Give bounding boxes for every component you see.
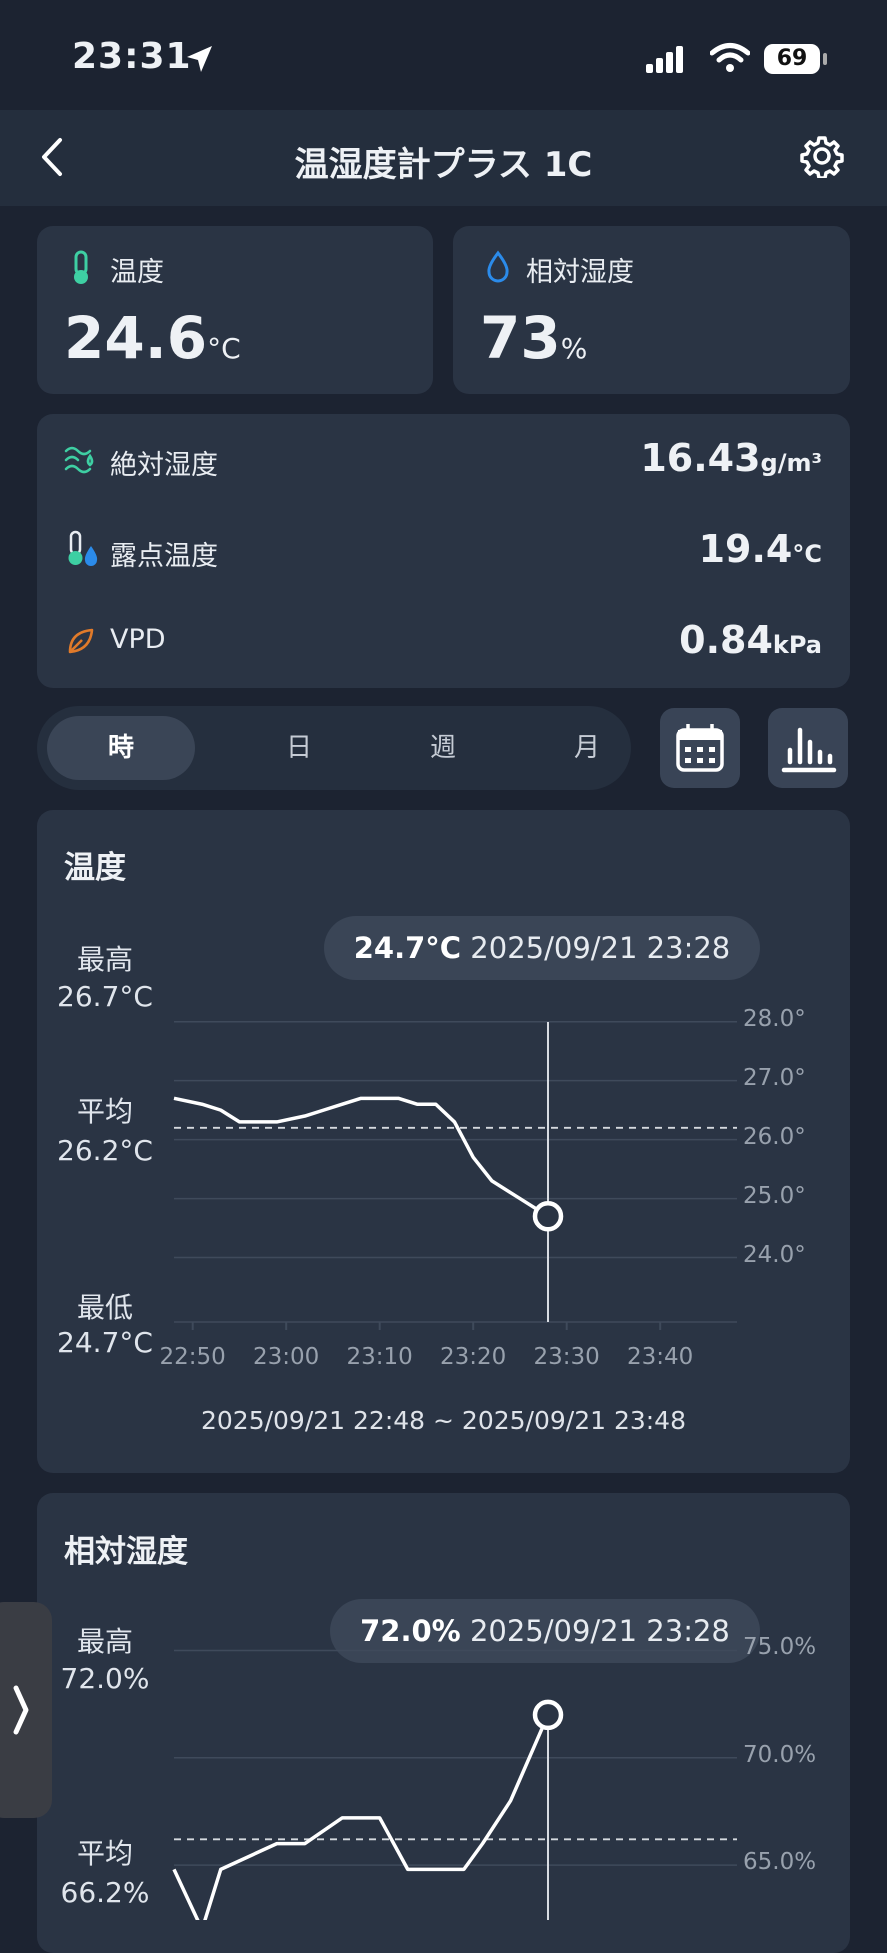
metric-label: 絶対湿度 — [110, 450, 218, 481]
hum-avg-value: 66.2% — [60, 1876, 150, 1909]
y-tick-label: 75.0% — [743, 1634, 817, 1661]
side-drawer-handle[interactable] — [0, 1602, 52, 1818]
absolute-humidity-icon — [64, 446, 94, 474]
hum-max-value: 72.0% — [60, 1662, 150, 1695]
tab-month[interactable]: 月 — [513, 706, 661, 790]
vpd-value: 0.84kPa — [679, 618, 822, 662]
hum-max-label: 最高 — [76, 1625, 133, 1658]
temp-min-value: 24.7°C — [57, 1326, 153, 1359]
temp-avg-label: 平均 — [76, 1095, 133, 1128]
x-tick-label: 23:20 — [440, 1344, 507, 1370]
temperature-value: 24.6°C — [64, 304, 241, 372]
water-drop-icon — [487, 250, 509, 283]
chart-stats-button[interactable] — [768, 708, 848, 788]
dew-point-value: 19.4°C — [698, 527, 822, 571]
temp-avg-value: 26.2°C — [57, 1134, 153, 1167]
y-tick-label: 27.0° — [743, 1064, 806, 1091]
humidity-label: 相対湿度 — [526, 257, 634, 288]
tab-hour[interactable]: 時 — [47, 716, 195, 780]
temp-max-value: 26.7°C — [57, 980, 153, 1013]
cellular-signal-icon — [646, 46, 683, 73]
y-tick-label: 28.0° — [743, 1005, 806, 1032]
temp-date-range: 2025/09/21 22:48 ~ 2025/09/21 23:48 — [200, 1406, 686, 1435]
tab-week[interactable]: 週 — [369, 706, 517, 790]
temp-max-label: 最高 — [76, 943, 133, 976]
temp-min-label: 最低 — [76, 1291, 133, 1324]
thermometer-icon — [74, 250, 88, 284]
status-time: 23:31 — [72, 36, 192, 77]
temp-tooltip: 24.7°C 2025/09/21 23:28 — [324, 916, 760, 980]
wifi-icon — [710, 43, 750, 72]
battery-indicator: 69 — [764, 44, 820, 74]
y-tick-label: 25.0° — [743, 1182, 806, 1209]
x-tick-label: 23:10 — [346, 1344, 413, 1370]
x-tick-label: 23:40 — [627, 1344, 694, 1370]
humidity-chart-title: 相対湿度 — [64, 1534, 188, 1570]
leaf-icon — [68, 628, 94, 654]
period-segmented-control: 時 日 週 月 — [37, 706, 631, 790]
dew-point-icon — [68, 530, 98, 566]
y-tick-label: 70.0% — [743, 1741, 817, 1768]
x-tick-label: 22:50 — [159, 1344, 226, 1370]
humidity-value: 73% — [480, 304, 588, 372]
battery-cap — [823, 53, 827, 65]
metric-label: VPD — [110, 624, 166, 655]
x-tick-label: 23:00 — [253, 1344, 320, 1370]
y-tick-label: 26.0° — [743, 1123, 806, 1150]
settings-gear-icon[interactable] — [800, 134, 844, 178]
temperature-chart-title: 温度 — [64, 850, 126, 886]
tab-day[interactable]: 日 — [225, 706, 373, 790]
location-arrow-icon — [187, 46, 212, 72]
y-tick-label: 24.0° — [743, 1241, 806, 1268]
y-tick-label: 65.0% — [743, 1849, 817, 1876]
page-title: 温湿度計プラス 1C — [294, 145, 593, 185]
status-bar: 23:31 69 — [0, 0, 887, 110]
bar-chart-icon — [781, 727, 837, 773]
x-tick-label: 23:30 — [533, 1344, 600, 1370]
calendar-icon — [676, 724, 724, 772]
metric-label: 露点温度 — [110, 541, 218, 572]
chevron-right-icon — [13, 1685, 29, 1735]
calendar-button[interactable] — [660, 708, 740, 788]
hum-tooltip: 72.0% 2025/09/21 23:28 — [330, 1599, 760, 1663]
temperature-label: 温度 — [110, 257, 164, 288]
absolute-humidity-value: 16.43g/m³ — [640, 436, 822, 480]
hum-avg-label: 平均 — [76, 1837, 133, 1870]
